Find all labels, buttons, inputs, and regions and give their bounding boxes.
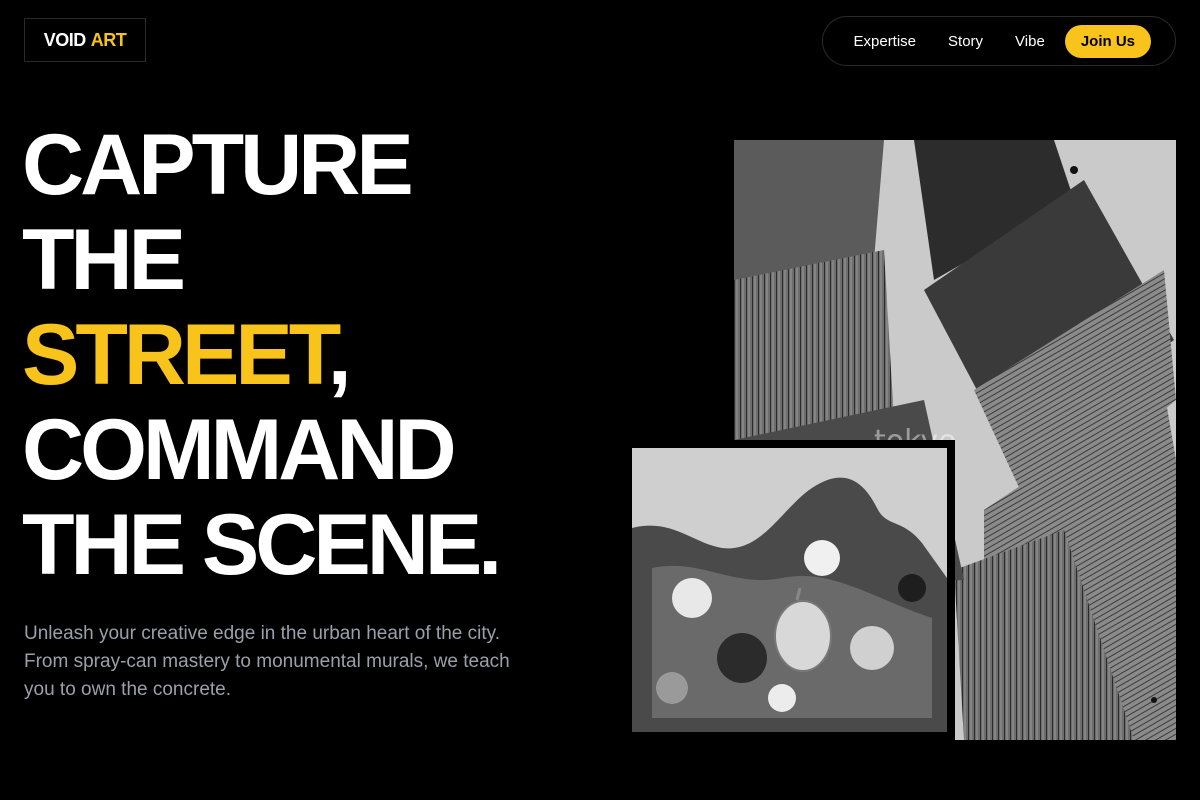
hero-lead: Unleash your creative edge in the urban …: [24, 623, 510, 700]
nav-item-expertise[interactable]: Expertise: [854, 33, 917, 50]
headline-line-5: THE SCENE.: [22, 497, 502, 593]
palette-image: [632, 448, 947, 732]
headline-line-4: COMMAND: [22, 402, 457, 498]
main-nav: Expertise Story Vibe Join Us: [822, 16, 1176, 66]
headline-highlight: STREET: [22, 307, 332, 403]
logo[interactable]: VOID ART: [24, 18, 146, 62]
nav-item-story[interactable]: Story: [948, 33, 983, 50]
headline-line-3: STREET,: [22, 308, 498, 403]
logo-accent: ART: [90, 29, 127, 50]
headline-comma: ,: [327, 307, 352, 403]
logo-primary: VOID: [43, 29, 87, 50]
palette-illustration: [632, 448, 947, 732]
headline-line-1: CAPTURE: [22, 117, 414, 213]
headline-line-2: THE: [22, 212, 186, 308]
join-us-button[interactable]: Join Us: [1064, 24, 1151, 58]
nav-item-vibe[interactable]: Vibe: [1015, 33, 1045, 50]
hero-headline: CAPTURE THE STREET, COMMAND THE SCENE.: [22, 117, 502, 593]
